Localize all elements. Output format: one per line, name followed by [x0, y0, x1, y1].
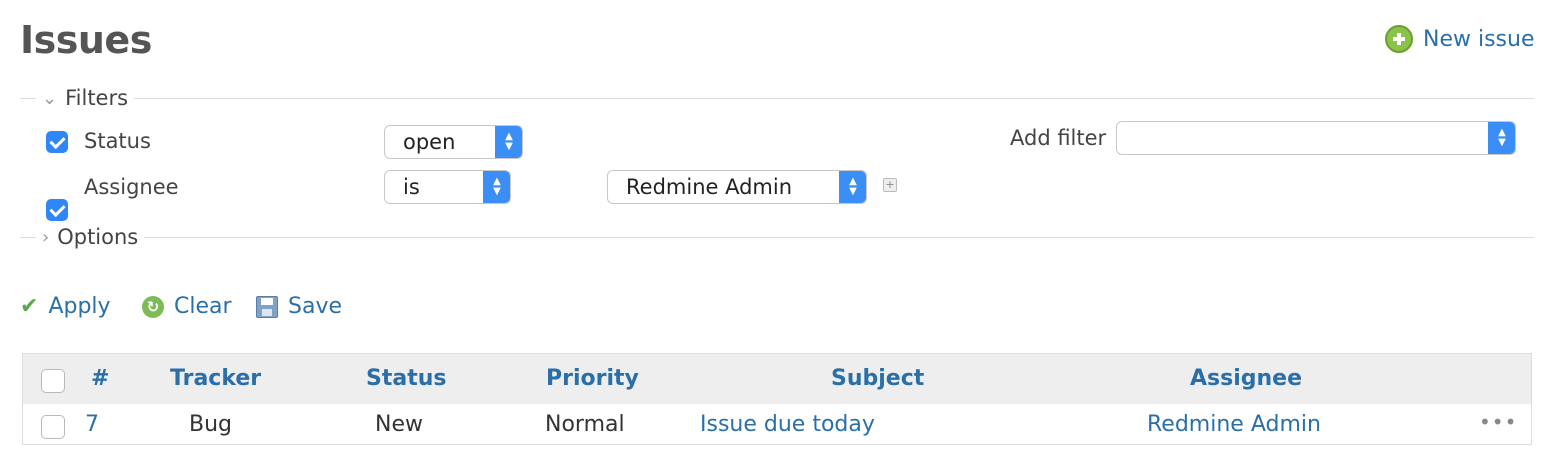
status-operator-value: open — [403, 130, 456, 154]
column-tracker[interactable]: Tracker — [170, 366, 261, 391]
page-title: Issues — [20, 18, 152, 62]
save-button[interactable]: Save — [256, 294, 342, 319]
options-legend: Options — [57, 225, 139, 249]
plus-circle-icon — [1385, 25, 1413, 53]
assignee-operator-select[interactable]: is ▲ ▼ — [384, 170, 511, 204]
add-filter-select[interactable]: ▲ ▼ — [1116, 121, 1516, 155]
status-filter-checkbox[interactable] — [46, 131, 68, 153]
save-icon — [256, 295, 278, 318]
new-issue-link[interactable]: New issue — [1385, 25, 1535, 53]
new-issue-label: New issue — [1423, 26, 1535, 52]
assignee-filter-label: Assignee — [84, 175, 179, 199]
select-all-checkbox[interactable] — [41, 369, 65, 393]
apply-label: Apply — [48, 294, 111, 319]
row-checkbox[interactable] — [41, 415, 65, 439]
column-id[interactable]: # — [91, 366, 109, 391]
more-icon[interactable]: ••• — [1479, 410, 1517, 434]
filters-legend: Filters — [65, 86, 129, 110]
column-status[interactable]: Status — [366, 366, 446, 391]
assignee-operator-value: is — [403, 175, 420, 199]
filters-toggle[interactable]: ⌄ Filters — [36, 86, 135, 110]
save-label: Save — [288, 294, 343, 319]
issue-subject-link[interactable]: Issue due today — [700, 412, 875, 437]
column-subject[interactable]: Subject — [831, 366, 924, 391]
select-arrows-icon: ▲ ▼ — [839, 171, 866, 203]
status-operator-select[interactable]: open ▲ ▼ — [384, 125, 523, 159]
select-arrows-icon: ▲ ▼ — [483, 171, 510, 203]
issue-status: New — [375, 412, 423, 437]
add-filter-label: Add filter — [1010, 126, 1107, 150]
issue-id-link[interactable]: 7 — [85, 412, 99, 437]
assignee-value: Redmine Admin — [626, 175, 793, 199]
checkmark-icon: ✔ — [20, 294, 39, 319]
options-divider — [20, 237, 1534, 238]
issue-tracker: Bug — [189, 412, 233, 437]
column-assignee[interactable]: Assignee — [1190, 366, 1302, 391]
assignee-filter-checkbox[interactable] — [46, 199, 68, 221]
issue-assignee-link[interactable]: Redmine Admin — [1147, 412, 1321, 437]
reload-icon: ↻ — [142, 295, 164, 318]
chevron-right-icon: › — [42, 226, 50, 248]
toggle-multiselect-icon[interactable]: + — [883, 178, 897, 192]
column-priority[interactable]: Priority — [546, 366, 639, 391]
table-header: # Tracker Status Priority Subject Assign… — [23, 354, 1531, 404]
issue-priority: Normal — [545, 412, 625, 437]
clear-button[interactable]: ↻ Clear — [142, 294, 232, 319]
filters-divider — [20, 98, 1534, 99]
options-toggle[interactable]: › Options — [36, 225, 145, 249]
status-filter-label: Status — [84, 129, 151, 153]
clear-label: Clear — [174, 294, 232, 319]
select-arrows-icon: ▲ ▼ — [495, 126, 522, 158]
assignee-value-select[interactable]: Redmine Admin ▲ ▼ — [607, 170, 867, 204]
issues-table: # Tracker Status Priority Subject Assign… — [22, 353, 1532, 445]
select-arrows-icon: ▲ ▼ — [1488, 122, 1515, 154]
chevron-down-icon: ⌄ — [42, 87, 58, 109]
apply-button[interactable]: ✔ Apply — [20, 294, 111, 319]
